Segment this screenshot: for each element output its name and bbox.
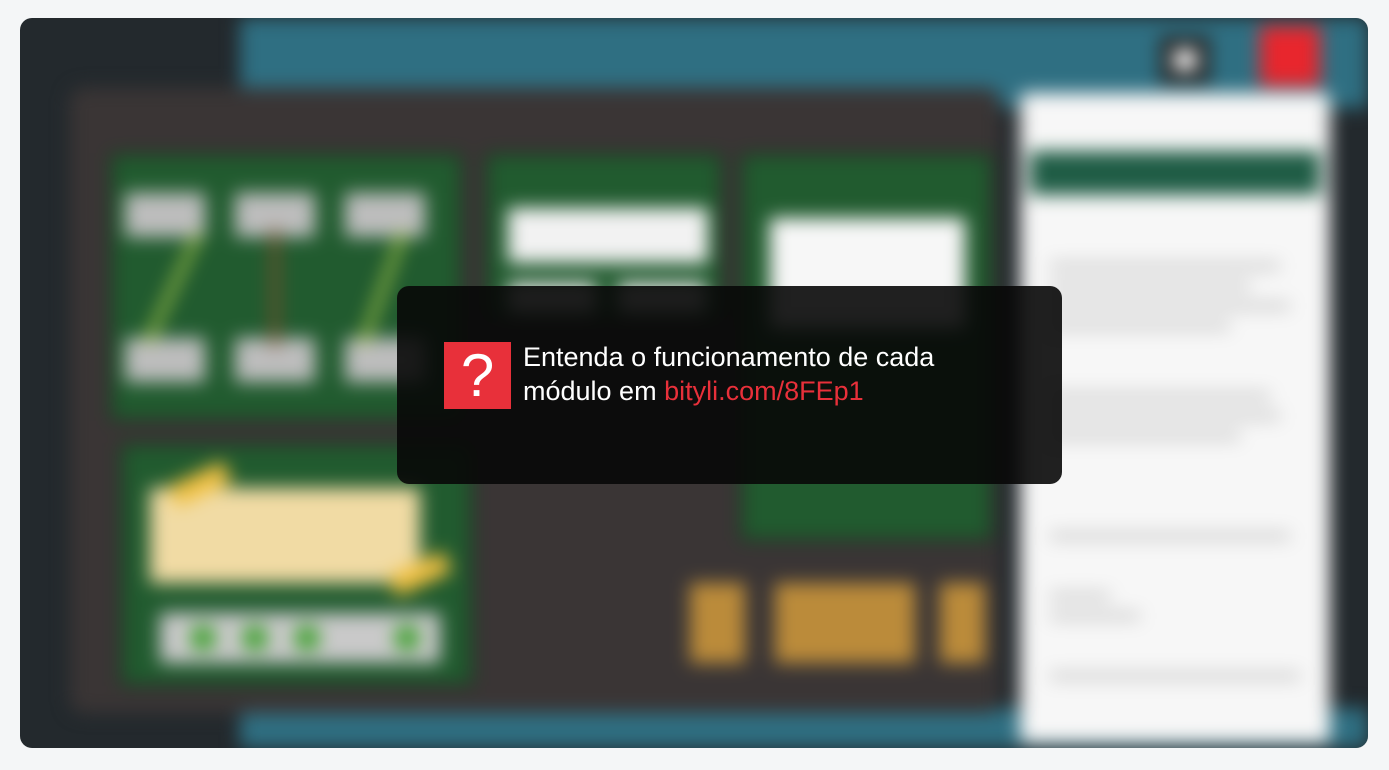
- manual-line: [1050, 283, 1250, 289]
- manual-panel: [1020, 93, 1330, 743]
- module-display: [508, 208, 708, 263]
- wire-terminal: [125, 193, 205, 237]
- manual-line: [1050, 673, 1300, 679]
- help-message-line1: Entenda o funcionamento de cada: [523, 342, 935, 372]
- manual-link[interactable]: bityli.com/8FEp1: [664, 376, 864, 406]
- manual-line: [1050, 593, 1110, 599]
- manual-line: [1050, 303, 1290, 309]
- manual-line: [1050, 433, 1240, 439]
- help-message-prefix: módulo em: [523, 376, 657, 406]
- led: [190, 625, 216, 651]
- help-overlay[interactable]: ? Entenda o funcionamento de cada módulo…: [397, 286, 1062, 484]
- led: [294, 625, 320, 651]
- help-message-line2: módulo em bityli.com/8FEp1: [523, 374, 1043, 408]
- question-mark-icon: ?: [444, 342, 511, 409]
- led: [394, 625, 420, 651]
- manual-line: [1050, 533, 1290, 539]
- sound-toggle-icon: [1160, 36, 1210, 84]
- led-strip: [160, 613, 440, 663]
- wire-terminal: [125, 338, 205, 382]
- paper-note: [150, 488, 420, 583]
- close-icon: [1260, 26, 1320, 86]
- manual-line: [1050, 393, 1270, 399]
- help-message: Entenda o funcionamento de cada módulo e…: [523, 340, 1043, 408]
- manual-line: [1050, 613, 1140, 619]
- manual-line: [1050, 263, 1280, 269]
- manual-header: [1030, 151, 1320, 195]
- battery-holder: [690, 583, 745, 663]
- manual-line: [1050, 413, 1280, 419]
- battery-holder: [940, 583, 985, 663]
- battery-holder: [775, 583, 915, 663]
- led: [242, 625, 268, 651]
- wire: [272, 228, 278, 348]
- manual-line: [1050, 323, 1230, 329]
- wire-terminal: [345, 193, 425, 237]
